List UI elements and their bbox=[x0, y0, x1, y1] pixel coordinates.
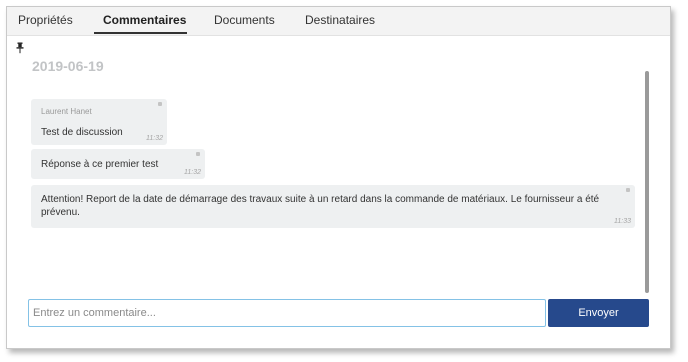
message-menu-icon[interactable] bbox=[626, 188, 630, 192]
active-tab-indicator bbox=[94, 32, 187, 34]
comment-input[interactable] bbox=[28, 299, 546, 327]
scrollbar[interactable] bbox=[645, 71, 649, 293]
message-bubble: Attention! Report de la date de démarrag… bbox=[31, 185, 635, 228]
message-text: Réponse à ce premier test bbox=[41, 159, 159, 170]
tab-destinataires[interactable]: Destinataires bbox=[305, 13, 375, 27]
pin-icon[interactable] bbox=[15, 42, 25, 54]
message-bubble: Réponse à ce premier test 11:32 bbox=[31, 149, 205, 179]
message-text: Test de discussion bbox=[41, 127, 123, 138]
message-time: 11:33 bbox=[614, 218, 631, 225]
message-text: Attention! Report de la date de démarrag… bbox=[41, 194, 600, 218]
comments-panel: Propriétés Commentaires Documents Destin… bbox=[6, 6, 671, 349]
message-menu-icon[interactable] bbox=[158, 102, 162, 106]
send-button[interactable]: Envoyer bbox=[548, 299, 649, 327]
tab-commentaires[interactable]: Commentaires bbox=[103, 13, 186, 27]
tab-proprietes[interactable]: Propriétés bbox=[18, 13, 73, 27]
message-author: Laurent Hanet bbox=[41, 107, 92, 116]
message-time: 11:32 bbox=[184, 169, 201, 176]
comments-content: 2019-06-19 Laurent Hanet Test de discuss… bbox=[7, 36, 670, 348]
date-header: 2019-06-19 bbox=[32, 58, 104, 74]
tab-documents[interactable]: Documents bbox=[214, 13, 275, 27]
message-menu-icon[interactable] bbox=[196, 152, 200, 156]
message-time: 11:32 bbox=[146, 135, 163, 142]
tab-bar: Propriétés Commentaires Documents Destin… bbox=[7, 7, 670, 36]
message-bubble: Laurent Hanet Test de discussion 11:32 bbox=[31, 99, 167, 145]
